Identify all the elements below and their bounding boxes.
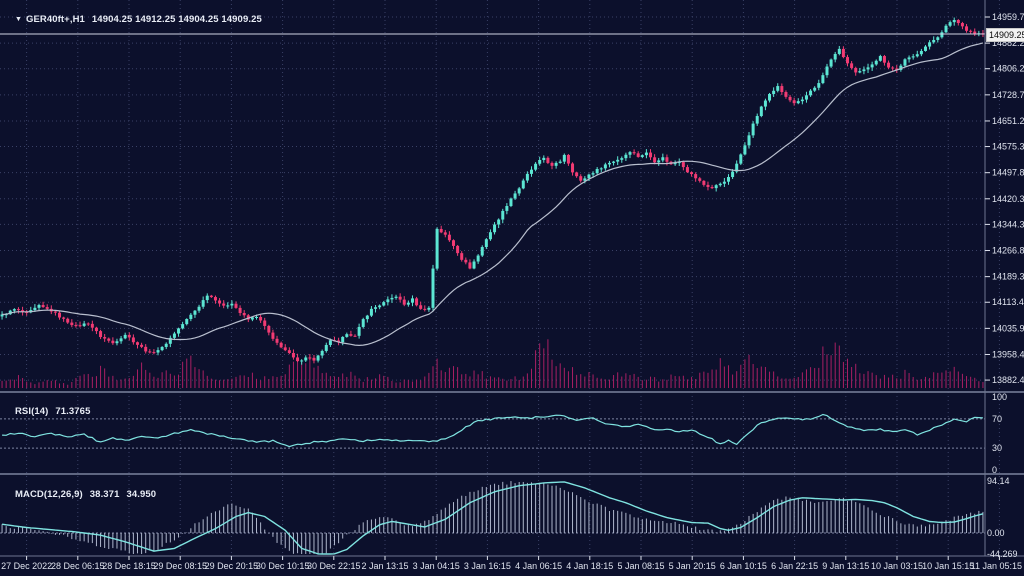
- rsi-label: RSI(14): [15, 406, 48, 417]
- chart-title-bar: ▼ GER40ft+,H1 14904.25 14912.25 14904.25 1…: [4, 3, 262, 36]
- grid-lines: [0, 0, 999, 556]
- macd-indicator-label: MACD(12,26,9) 38.371 34.950: [4, 478, 156, 511]
- volume-layer: [2, 339, 984, 388]
- trading-chart-window: 14959.7014882.2014806.2514728.7514651.25…: [0, 0, 1024, 576]
- candles-layer: [1, 18, 985, 365]
- rsi-value: 71.3765: [55, 406, 90, 417]
- rsi-indicator-label: RSI(14) 71.3765: [4, 395, 90, 428]
- ma-line: [2, 43, 983, 346]
- header-ohlc-values: 14904.25 14912.25 14904.25 14909.25: [92, 14, 262, 25]
- symbol-dropdown-icon[interactable]: ▼: [15, 16, 22, 23]
- macd-signal-value: 34.950: [126, 489, 156, 500]
- macd-label: MACD(12,26,9): [15, 489, 83, 500]
- price-axis[interactable]: [985, 0, 1024, 556]
- macd-value: 38.371: [90, 489, 120, 500]
- time-axis[interactable]: [0, 557, 1024, 576]
- panel-separators: [0, 0, 1024, 556]
- symbol-title: GER40ft+,H1: [26, 14, 85, 25]
